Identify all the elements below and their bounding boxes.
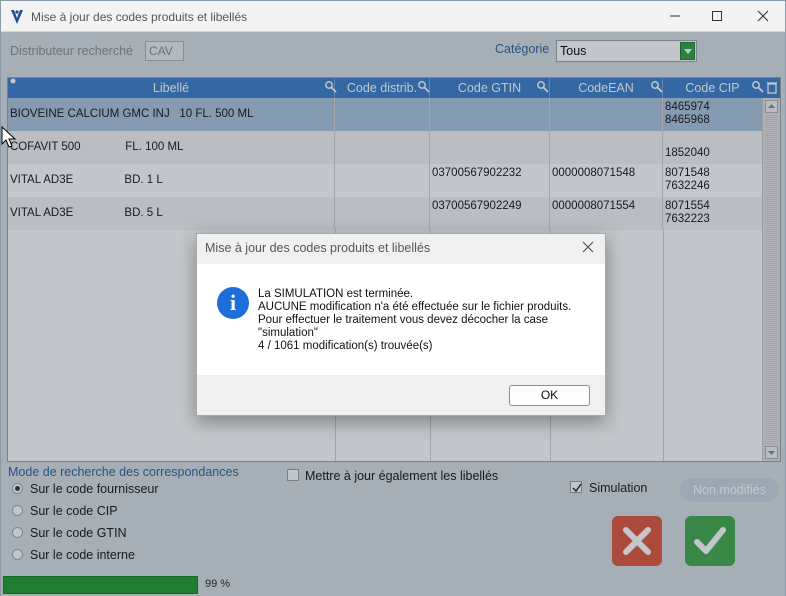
cell-gtin: 03700567902249 bbox=[430, 197, 550, 230]
column-header-gtin[interactable]: Code GTIN bbox=[430, 78, 550, 98]
cell-code-distrib bbox=[335, 164, 430, 197]
checkmark-icon bbox=[572, 483, 582, 493]
column-header-libelle[interactable]: Libellé bbox=[8, 78, 337, 98]
delete-column-icon bbox=[767, 82, 777, 94]
table-row[interactable]: VITAL AD3E BD. 5 L 03700567902249 00000080… bbox=[8, 197, 763, 230]
category-value: Tous bbox=[560, 44, 587, 58]
dialog-title: Mise à jour des codes produits et libell… bbox=[205, 241, 431, 255]
close-icon bbox=[757, 10, 769, 22]
cell-libelle: VITAL AD3E BD. 5 L bbox=[8, 197, 335, 230]
progress-text: 99 % bbox=[205, 578, 231, 590]
radio-code-interne[interactable] bbox=[12, 549, 23, 560]
cell-cip: 1852040 bbox=[663, 131, 763, 164]
category-label: Catégorie bbox=[495, 42, 550, 56]
radio-code-cip[interactable] bbox=[12, 505, 23, 516]
radio-label-code-interne: Sur le code interne bbox=[30, 548, 135, 562]
maximize-icon bbox=[712, 11, 722, 21]
cell-libelle: COFAVIT 500 FL. 100 ML bbox=[8, 131, 335, 164]
window-title: Mise à jour des codes produits et libell… bbox=[31, 10, 248, 24]
table-header: Libellé Code distrib. Code GTIN CodeEAN … bbox=[8, 78, 780, 98]
close-button[interactable] bbox=[746, 5, 780, 27]
cell-cip: 8071548 7632246 bbox=[663, 164, 763, 197]
radio-code-fournisseur[interactable] bbox=[12, 483, 23, 494]
minimize-button[interactable] bbox=[658, 5, 692, 27]
category-dropdown-button[interactable] bbox=[680, 42, 695, 60]
non-modified-button[interactable]: Non modifiés bbox=[680, 478, 779, 502]
radio-label-code-fournisseur: Sur le code fournisseur bbox=[30, 482, 159, 496]
table-row[interactable]: VITAL AD3E BD. 1 L 03700567902232 00000080… bbox=[8, 164, 763, 197]
cell-ean: 0000008071548 bbox=[550, 164, 663, 197]
update-labels-label: Mettre à jour également les libellés bbox=[305, 469, 499, 483]
column-header-ean[interactable]: CodeEAN bbox=[550, 78, 663, 98]
info-dialog: Mise à jour des codes produits et libell… bbox=[196, 233, 606, 416]
column-header-cip[interactable]: Code CIP bbox=[663, 78, 780, 98]
table-row[interactable]: COFAVIT 500 FL. 100 ML 1852040 bbox=[8, 131, 763, 164]
cell-cip: 8071554 7632223 bbox=[663, 197, 763, 230]
simulation-label: Simulation bbox=[589, 481, 648, 495]
cell-ean: 0000008071554 bbox=[550, 197, 663, 230]
search-column-icon bbox=[651, 81, 663, 93]
cell-code-distrib bbox=[335, 98, 430, 131]
minimize-icon bbox=[670, 15, 680, 17]
cancel-button[interactable] bbox=[612, 516, 662, 566]
cell-code-distrib bbox=[335, 197, 430, 230]
dialog-body: i La SIMULATION est terminée. AUCUNE mod… bbox=[197, 264, 605, 375]
cell-gtin bbox=[430, 98, 550, 131]
vertical-scrollbar[interactable] bbox=[762, 98, 780, 461]
close-icon[interactable] bbox=[580, 239, 596, 255]
cell-cip: 8465974 8465968 bbox=[663, 98, 763, 131]
search-column-icon bbox=[418, 81, 430, 93]
update-labels-checkbox[interactable] bbox=[287, 469, 299, 481]
column-settings-icon bbox=[10, 78, 16, 84]
distributor-input[interactable]: CAV bbox=[145, 41, 184, 61]
search-mode-title: Mode de recherche des correspondances bbox=[8, 465, 239, 479]
dialog-message: La SIMULATION est terminée. AUCUNE modif… bbox=[258, 288, 572, 352]
simulation-checkbox[interactable] bbox=[570, 481, 582, 493]
progress-fill bbox=[3, 576, 199, 594]
dialog-ok-button[interactable]: OK bbox=[509, 385, 590, 406]
radio-label-code-gtin: Sur le code GTIN bbox=[30, 526, 127, 540]
scroll-track[interactable] bbox=[766, 114, 777, 444]
cell-ean bbox=[550, 98, 663, 131]
validate-button[interactable] bbox=[685, 516, 735, 566]
column-header-code-distrib[interactable]: Code distrib. bbox=[335, 78, 430, 98]
radio-code-gtin[interactable] bbox=[12, 527, 23, 538]
arrow-down-icon bbox=[768, 451, 775, 455]
checkmark-icon bbox=[694, 527, 726, 554]
cell-ean bbox=[550, 131, 663, 164]
scroll-up-button[interactable] bbox=[765, 100, 778, 113]
progress-bar: 99 % bbox=[3, 575, 783, 595]
table-row[interactable]: BIOVEINE CALCIUM GMC INJ 10 FL. 500 ML 84… bbox=[8, 98, 763, 131]
cell-gtin bbox=[430, 131, 550, 164]
search-column-icon bbox=[537, 81, 549, 93]
chevron-down-icon bbox=[684, 49, 692, 54]
main-window: Mise à jour des codes produits et libell… bbox=[0, 0, 786, 596]
maximize-button[interactable] bbox=[700, 5, 734, 27]
cross-icon bbox=[623, 527, 651, 555]
info-icon: i bbox=[217, 287, 249, 319]
cell-libelle: BIOVEINE CALCIUM GMC INJ 10 FL. 500 ML bbox=[8, 98, 335, 131]
app-logo-icon bbox=[11, 10, 23, 24]
cell-libelle: VITAL AD3E BD. 1 L bbox=[8, 164, 335, 197]
mouse-cursor-icon bbox=[1, 126, 17, 148]
scroll-down-button[interactable] bbox=[765, 446, 778, 459]
cell-gtin: 03700567902232 bbox=[430, 164, 550, 197]
cell-code-distrib bbox=[335, 131, 430, 164]
distributor-label: Distributeur recherché bbox=[10, 44, 133, 58]
category-select[interactable]: Tous bbox=[556, 40, 697, 62]
title-bar: Mise à jour des codes produits et libell… bbox=[1, 1, 785, 32]
arrow-up-icon bbox=[768, 104, 775, 108]
search-column-icon bbox=[752, 81, 764, 93]
radio-label-code-cip: Sur le code CIP bbox=[30, 504, 118, 518]
